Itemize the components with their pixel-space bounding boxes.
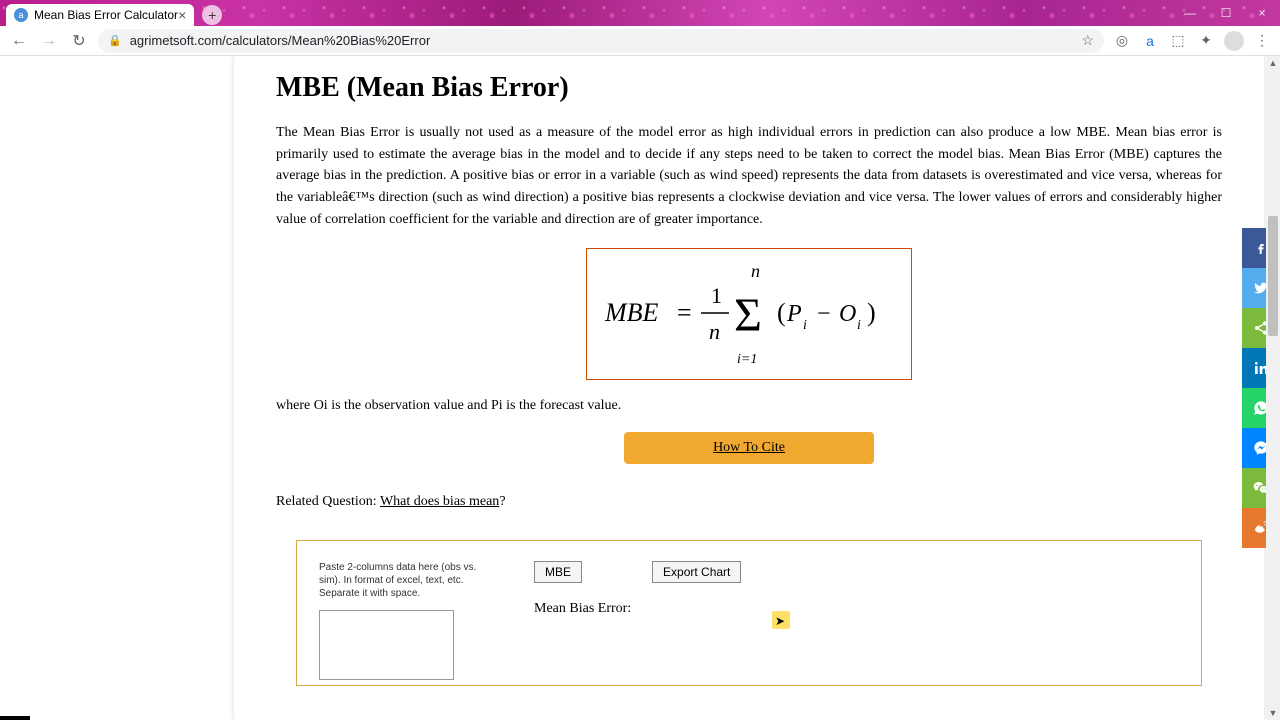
svg-text:n: n — [751, 261, 760, 281]
close-window-button[interactable]: × — [1244, 0, 1280, 26]
extension-icon-1[interactable]: ◎ — [1112, 31, 1132, 51]
tab-title: Mean Bias Error Calculator — [34, 8, 178, 22]
forward-button[interactable]: → — [38, 30, 60, 52]
svg-text:i: i — [803, 318, 807, 333]
address-bar[interactable]: 🔒 agrimetsoft.com/calculators/Mean%20Bia… — [98, 29, 1104, 53]
result-label: Mean Bias Error: — [534, 601, 1179, 617]
svg-text:Σ: Σ — [734, 289, 762, 342]
svg-text:=: = — [677, 298, 692, 327]
related-question: Related Question: What does bias mean? — [276, 494, 1222, 510]
extension-icon-2[interactable]: a — [1140, 31, 1160, 51]
vertical-scrollbar[interactable]: ▲ ▼ — [1266, 56, 1280, 720]
svg-text:MBE: MBE — [604, 298, 659, 327]
reload-button[interactable]: ↻ — [68, 30, 90, 52]
lock-icon: 🔒 — [108, 34, 122, 47]
svg-text:O: O — [839, 301, 856, 327]
new-tab-button[interactable]: + — [202, 5, 222, 25]
svg-text:i: i — [857, 318, 861, 333]
menu-button[interactable]: ⋮ — [1252, 31, 1272, 51]
svg-text:P: P — [786, 301, 802, 327]
page-title: MBE (Mean Bias Error) — [276, 72, 1222, 104]
data-input-textarea[interactable] — [319, 610, 454, 680]
data-input-instructions: Paste 2-columns data here (obs vs. sim).… — [319, 561, 494, 600]
content-column: MBE (Mean Bias Error) The Mean Bias Erro… — [234, 56, 1264, 720]
svg-text:(: ( — [777, 298, 786, 327]
window-titlebar: a Mean Bias Error Calculator × + — ☐ × — [0, 0, 1280, 26]
tab-favicon: a — [14, 8, 28, 22]
back-button[interactable]: ← — [8, 30, 30, 52]
related-suffix: ? — [499, 494, 505, 509]
url-text: agrimetsoft.com/calculators/Mean%20Bias%… — [130, 33, 431, 48]
browser-toolbar: ← → ↻ 🔒 agrimetsoft.com/calculators/Mean… — [0, 26, 1280, 56]
page-viewport: MBE (Mean Bias Error) The Mean Bias Erro… — [0, 56, 1280, 720]
cursor-highlight — [772, 611, 790, 629]
extensions-puzzle-icon[interactable]: ✦ — [1196, 31, 1216, 51]
window-controls: — ☐ × — [1172, 0, 1280, 26]
bookmark-star-icon[interactable]: ☆ — [1081, 32, 1094, 49]
svg-text:n: n — [709, 319, 720, 344]
related-label: Related Question: — [276, 494, 380, 509]
extension-icon-3[interactable]: ⬚ — [1168, 31, 1188, 51]
formula-legend: where Oi is the observation value and Pi… — [276, 398, 1222, 414]
maximize-button[interactable]: ☐ — [1208, 0, 1244, 26]
formula-image: MBE = 1 n n Σ i=1 ( P i − O i ) — [586, 248, 912, 380]
related-link[interactable]: What does bias mean — [380, 494, 499, 509]
profile-avatar[interactable] — [1224, 31, 1244, 51]
export-chart-button[interactable]: Export Chart — [652, 561, 741, 583]
calculator-panel: Paste 2-columns data here (obs vs. sim).… — [296, 540, 1202, 686]
svg-text:i=1: i=1 — [737, 352, 757, 367]
scroll-down-button[interactable]: ▼ — [1266, 706, 1280, 720]
svg-text:): ) — [867, 298, 876, 327]
taskbar-sliver — [0, 716, 30, 720]
intro-paragraph: The Mean Bias Error is usually not used … — [276, 122, 1222, 230]
minimize-button[interactable]: — — [1172, 0, 1208, 26]
tab-close-icon[interactable]: × — [178, 7, 186, 23]
how-to-cite-button[interactable]: How To Cite — [624, 432, 874, 464]
svg-text:−: − — [817, 301, 831, 327]
svg-text:1: 1 — [711, 283, 722, 308]
mbe-calculate-button[interactable]: MBE — [534, 561, 582, 583]
scroll-up-button[interactable]: ▲ — [1266, 56, 1280, 70]
scroll-thumb[interactable] — [1268, 216, 1278, 336]
browser-tab-active[interactable]: a Mean Bias Error Calculator × — [6, 4, 194, 26]
